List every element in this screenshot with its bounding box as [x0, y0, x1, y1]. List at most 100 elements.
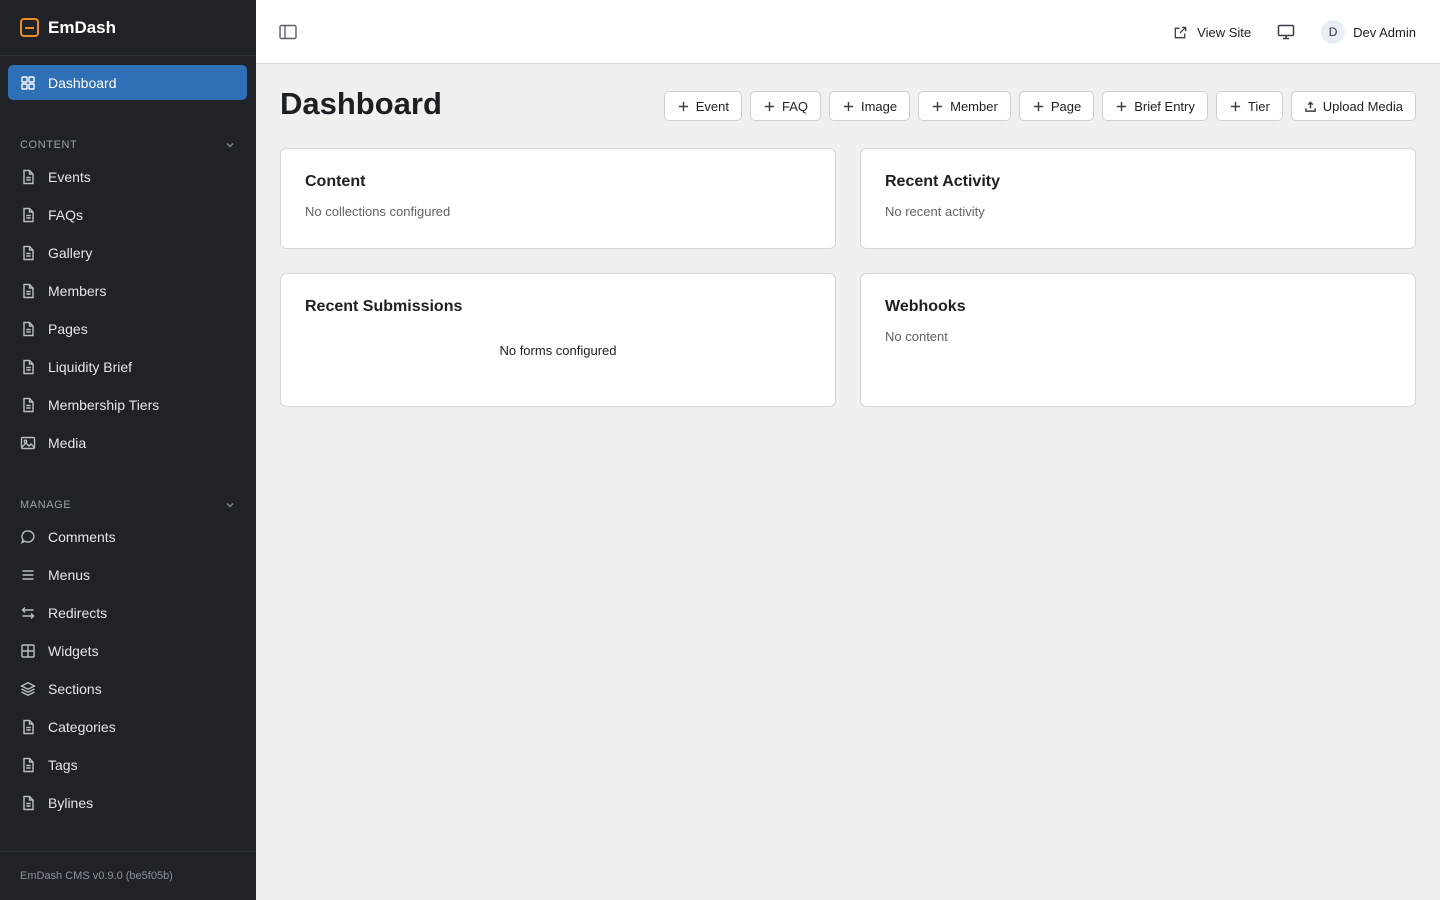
content-card: Content No collections configured — [280, 148, 836, 249]
sidebar-item-faqs[interactable]: FAQs — [8, 197, 247, 232]
sidebar-item-categories[interactable]: Categories — [8, 709, 247, 744]
widget-grid-icon — [20, 643, 36, 659]
card-text: No collections configured — [305, 204, 451, 219]
sidebar-item-gallery[interactable]: Gallery — [8, 235, 247, 270]
button-label: Page — [1050, 98, 1082, 114]
upload-media-button[interactable]: Upload Media — [1290, 91, 1416, 121]
add-page-button[interactable]: Page — [1018, 91, 1095, 121]
version-text: EmDash CMS v0.9.0 (be5f05b) — [20, 870, 173, 882]
menu-icon — [20, 567, 36, 583]
plus-icon — [764, 101, 775, 111]
card-title: Recent Activity — [885, 173, 1000, 190]
external-link-icon — [1174, 26, 1187, 38]
button-label: Member — [950, 98, 998, 114]
brand-name: EmDash — [48, 17, 117, 37]
content-section-title: CONTENT — [20, 139, 78, 151]
sidebar-item-tags[interactable]: Tags — [8, 747, 247, 782]
add-brief-entry-button[interactable]: Brief Entry — [1102, 91, 1208, 121]
sidebar-item-label: Membership Tiers — [48, 396, 160, 413]
sidebar-item-membership-tiers[interactable]: Membership Tiers — [8, 387, 247, 422]
grid-icon — [20, 75, 36, 91]
version-footer: EmDash CMS v0.9.0 (be5f05b) — [0, 851, 256, 900]
plus-icon — [678, 101, 688, 111]
file-icon — [20, 283, 36, 299]
sidebar-item-label: Comments — [48, 528, 116, 545]
card-title: Content — [305, 173, 366, 190]
file-icon — [20, 795, 36, 811]
view-site-label: View Site — [1197, 24, 1252, 40]
user-menu[interactable]: D Dev Admin — [1321, 20, 1416, 44]
file-icon — [20, 207, 36, 223]
sidebar-item-comments[interactable]: Comments — [8, 519, 247, 554]
view-site-link[interactable]: View Site — [1173, 25, 1251, 40]
manage-section-title: MANAGE — [20, 499, 72, 511]
recent-submissions-card: Recent Submissions No forms configured — [280, 273, 836, 407]
sidebar-item-label: Widgets — [48, 642, 99, 659]
sidebar-item-label: Gallery — [48, 244, 93, 261]
recent-activity-card: Recent Activity No recent activity — [860, 148, 1416, 249]
sidebar-toggle-button[interactable] — [278, 22, 298, 42]
top-bar: View Site D Dev Admin — [256, 0, 1440, 64]
add-tier-button[interactable]: Tier — [1215, 91, 1283, 121]
manage-section-toggle[interactable]: MANAGE — [20, 497, 236, 513]
sidebar-item-members[interactable]: Members — [8, 273, 247, 308]
sidebar-item-pages[interactable]: Pages — [8, 311, 247, 346]
sidebar-item-label: Tags — [48, 756, 78, 773]
plus-icon — [1117, 101, 1127, 111]
sidebar-item-label: Media — [48, 434, 87, 451]
layers-icon — [20, 681, 36, 697]
button-label: Image — [860, 98, 898, 114]
sidebar-item-dashboard[interactable]: Dashboard — [8, 65, 247, 100]
button-label: FAQ — [781, 98, 808, 114]
card-title: Webhooks — [885, 298, 966, 315]
sidebar-item-widgets[interactable]: Widgets — [8, 633, 247, 668]
plus-icon — [1230, 101, 1240, 111]
file-icon — [20, 245, 36, 261]
page-title: Dashboard — [280, 86, 442, 121]
sidebar-item-label: Sections — [48, 680, 102, 697]
file-icon — [20, 719, 36, 735]
card-text: No forms configured — [499, 343, 617, 358]
card-text: No recent activity — [885, 204, 985, 219]
sidebar-item-label: Categories — [48, 718, 116, 735]
brand[interactable]: EmDash — [0, 0, 256, 56]
sidebar-item-label: Members — [48, 282, 107, 299]
avatar: D — [1321, 20, 1346, 44]
sidebar-item-label: FAQs — [48, 206, 84, 223]
card-text: No content — [885, 329, 948, 344]
user-name: Dev Admin — [1353, 24, 1416, 40]
add-image-button[interactable]: Image — [828, 91, 911, 121]
top-bar-actions: View Site D Dev Admin — [1173, 0, 1416, 64]
sidebar-item-liquidity-brief[interactable]: Liquidity Brief — [8, 349, 247, 384]
monitor-icon — [1277, 24, 1295, 40]
add-event-button[interactable]: Event — [663, 91, 742, 121]
chevron-down-icon — [226, 502, 234, 508]
plus-icon — [1033, 101, 1043, 111]
comment-icon — [20, 529, 36, 545]
preview-button[interactable] — [1277, 23, 1295, 41]
sidebar-item-label: Events — [48, 168, 91, 185]
chevron-down-icon — [226, 142, 234, 148]
sidebar-item-sections[interactable]: Sections — [8, 671, 247, 706]
image-icon — [20, 435, 36, 451]
sidebar-item-menus[interactable]: Menus — [8, 557, 247, 592]
file-icon — [20, 359, 36, 375]
content-section-toggle[interactable]: CONTENT — [20, 137, 236, 153]
card-title: Recent Submissions — [305, 298, 463, 315]
sidebar: EmDash Dashboard CONTENT Events FAQs Gal… — [0, 0, 256, 900]
file-icon — [20, 321, 36, 337]
sidebar-item-redirects[interactable]: Redirects — [8, 595, 247, 630]
add-faq-button[interactable]: FAQ — [749, 91, 821, 121]
webhooks-card: Webhooks No content — [860, 273, 1416, 407]
quick-actions: Event FAQ Image Member Page Brief Entry … — [656, 91, 1416, 121]
sidebar-item-bylines[interactable]: Bylines — [8, 785, 247, 820]
sidebar-item-label: Dashboard — [48, 74, 117, 91]
button-label: Tier — [1247, 98, 1270, 114]
plus-icon — [933, 101, 943, 111]
file-icon — [20, 757, 36, 773]
sidebar-item-label: Bylines — [48, 794, 94, 811]
sidebar-item-events[interactable]: Events — [8, 159, 247, 194]
sidebar-item-media[interactable]: Media — [8, 425, 247, 460]
add-member-button[interactable]: Member — [918, 91, 1011, 121]
file-icon — [20, 397, 36, 413]
